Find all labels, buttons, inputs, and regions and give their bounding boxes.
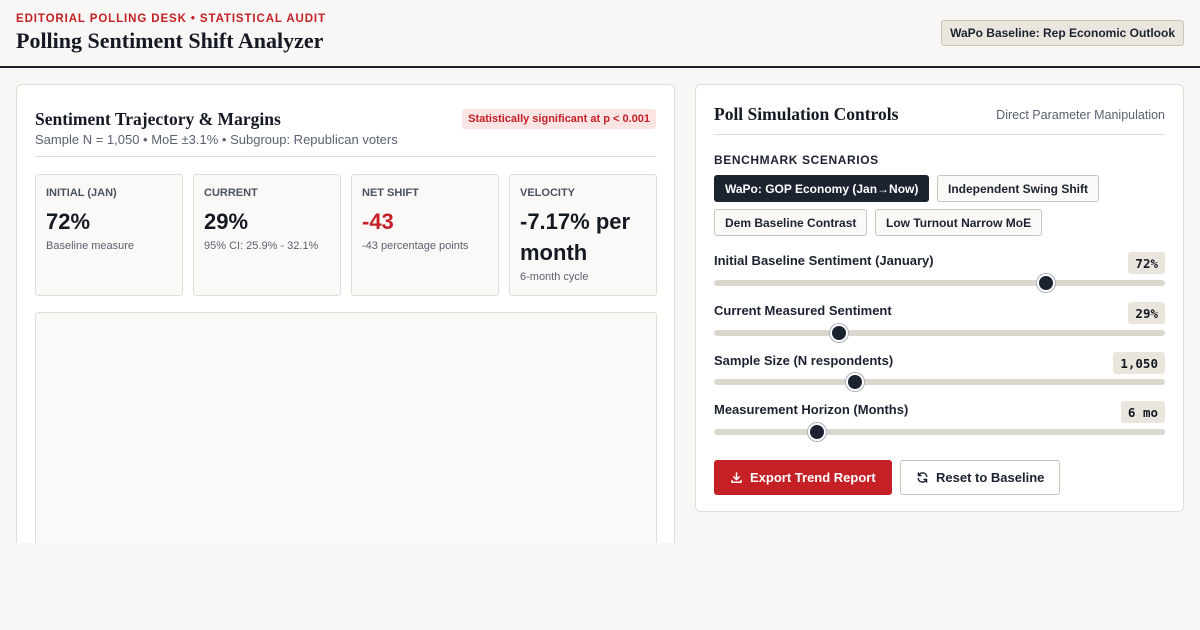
refresh-icon: [916, 471, 929, 484]
controls-title: Poll Simulation Controls: [714, 104, 899, 124]
slider-track-sample-size[interactable]: [714, 373, 1165, 391]
metric-value: 29%: [204, 209, 249, 234]
slider-value-current: 29%: [1128, 302, 1165, 324]
export-report-button[interactable]: Export Trend Report: [714, 460, 892, 495]
controls-panel: Poll Simulation Controls Direct Paramete…: [695, 84, 1184, 512]
reset-baseline-button[interactable]: Reset to Baseline: [900, 460, 1061, 495]
slider-label-initial: Initial Baseline Sentiment (January): [714, 253, 934, 268]
controls-subtitle: Direct Parameter Manipulation: [996, 108, 1165, 122]
page-title: Polling Sentiment Shift Analyzer: [16, 28, 324, 53]
metric-label: CURRENT: [204, 187, 258, 199]
trajectory-chart-area: [35, 312, 657, 562]
metric-note: Baseline measure: [46, 240, 135, 252]
reset-label: Reset to Baseline: [936, 470, 1045, 485]
export-label: Export Trend Report: [750, 470, 876, 485]
slider-thumb-horizon[interactable]: [807, 423, 826, 441]
metric-note: -43 percentage points: [362, 240, 469, 252]
metric-label: INITIAL (JAN): [46, 187, 117, 199]
metric-label: VELOCITY: [520, 187, 576, 199]
download-icon: [730, 471, 743, 484]
metric-net-shift: NET SHIFT -43 -43 percentage points: [351, 174, 499, 296]
slider-label-horizon: Measurement Horizon (Months): [714, 402, 909, 417]
slider-thumb-sample-size[interactable]: [846, 373, 865, 391]
slider-value-initial: 72%: [1128, 252, 1165, 274]
page-background: [0, 543, 1200, 630]
app-header: EDITORIAL POLLING DESK • STATISTICAL AUD…: [0, 0, 1200, 68]
divider: [714, 134, 1165, 135]
scenario-gop-economy-button[interactable]: WaPo: GOP Economy (Jan→Now): [714, 175, 930, 202]
metric-value: 72%: [46, 209, 91, 234]
metric-value: -43: [362, 209, 394, 234]
slider-thumb-initial[interactable]: [1036, 274, 1055, 292]
scenarios-heading: BENCHMARK SCENARIOS: [714, 153, 879, 167]
trajectory-title: Sentiment Trajectory & Margins: [35, 109, 281, 129]
scenario-low-turnout-button[interactable]: Low Turnout Narrow MoE: [875, 209, 1043, 236]
eyebrow: EDITORIAL POLLING DESK • STATISTICAL AUD…: [16, 13, 326, 25]
slider-thumb-current[interactable]: [829, 324, 848, 342]
slider-track-current[interactable]: [714, 324, 1165, 342]
metric-label: NET SHIFT: [362, 187, 419, 199]
metric-value: -7.17% per month: [520, 209, 631, 265]
slider-value-sample-size: 1,050: [1113, 352, 1165, 374]
metric-current: CURRENT 29% 95% CI: 25.9% - 32.1%: [193, 174, 341, 296]
slider-label-sample-size: Sample Size (N respondents): [714, 353, 894, 368]
scenario-dem-baseline-button[interactable]: Dem Baseline Contrast: [714, 209, 868, 236]
metric-initial: INITIAL (JAN) 72% Baseline measure: [35, 174, 183, 296]
metric-note: 95% CI: 25.9% - 32.1%: [204, 240, 319, 252]
slider-track-horizon[interactable]: [714, 423, 1165, 441]
divider: [35, 156, 656, 157]
metric-velocity: VELOCITY -7.17% per month 6-month cycle: [509, 174, 657, 296]
metric-note: 6-month cycle: [520, 271, 589, 283]
baseline-badge: WaPo Baseline: Rep Economic Outlook: [941, 20, 1184, 46]
trajectory-panel: Sentiment Trajectory & Margins Sample N …: [16, 84, 675, 562]
trajectory-subtitle: Sample N = 1,050 • MoE ±3.1% • Subgroup:…: [35, 132, 398, 147]
slider-track-initial[interactable]: [714, 274, 1165, 292]
slider-value-horizon: 6 mo: [1120, 401, 1165, 423]
significance-badge: Statistically significant at p < 0.001: [462, 109, 656, 129]
scenario-independent-swing-button[interactable]: Independent Swing Shift: [937, 175, 1099, 202]
slider-label-current: Current Measured Sentiment: [714, 303, 892, 318]
